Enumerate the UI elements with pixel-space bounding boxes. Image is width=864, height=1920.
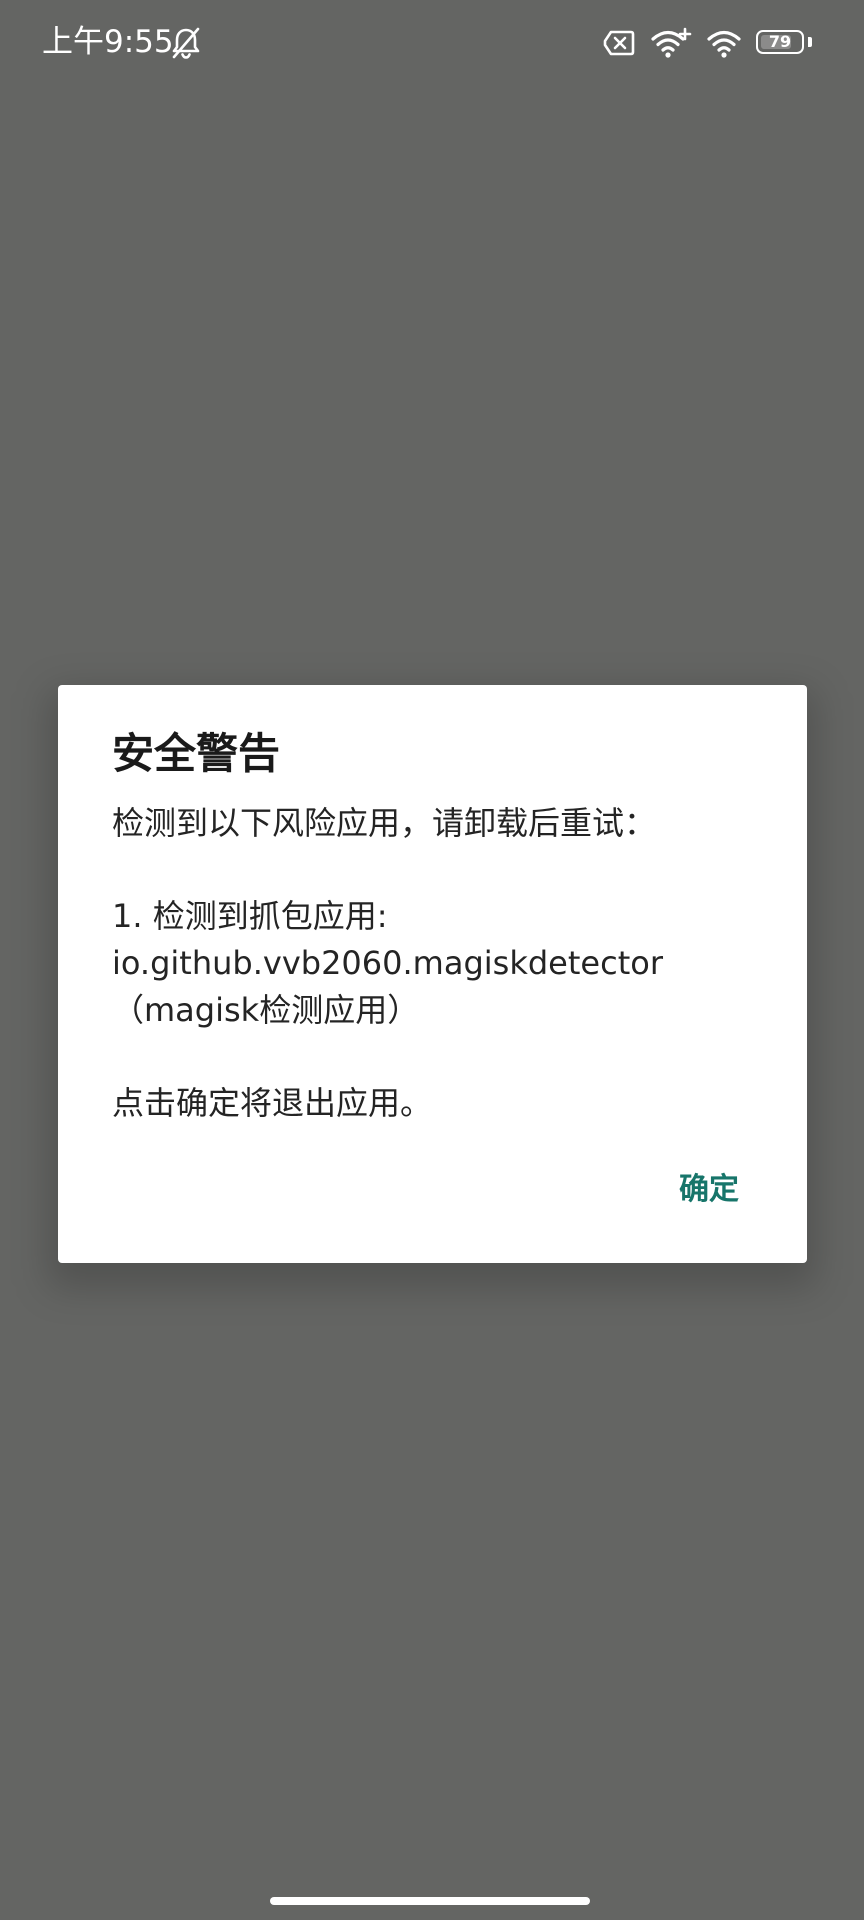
message-line: 点击确定将退出应用。 [112,1084,433,1122]
confirm-button[interactable]: 确定 [675,1170,743,1210]
home-indicator[interactable] [270,1897,590,1905]
dialog-message: 检测到以下风险应用，请卸载后重试： 1. 检测到抓包应用: io.github.… [112,800,762,1127]
status-icons: 79 [602,26,812,60]
message-line: （magisk检测应用） [112,991,420,1029]
battery-level: 79 [768,32,792,51]
message-line: 检测到以下风险应用，请卸载后重试： [112,804,657,842]
bell-off-icon [172,27,200,59]
message-line: 1. 检测到抓包应用: [112,897,388,935]
wifi-plus-icon [651,27,692,58]
status-time: 上午9:55 [42,24,174,60]
wifi-icon [707,30,741,58]
security-warning-dialog: 安全警告 检测到以下风险应用，请卸载后重试： 1. 检测到抓包应用: io.gi… [58,685,807,1263]
dialog-title: 安全警告 [112,729,281,778]
battery-icon: 79 [756,30,812,56]
status-bar: 上午9:55 79 [0,0,864,84]
sim-error-icon [603,30,635,56]
message-line: io.github.vvb2060.magiskdetector [112,944,663,982]
